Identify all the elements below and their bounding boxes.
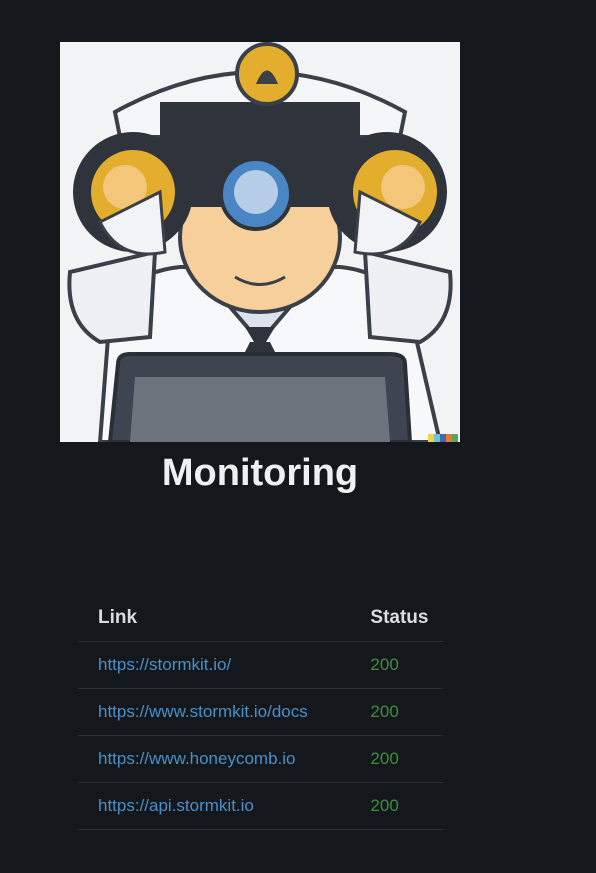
monitored-link[interactable]: https://www.stormkit.io/docs <box>98 702 308 721</box>
page: Monitoring Link Status https://stormkit.… <box>0 0 596 873</box>
table-row: https://www.stormkit.io/docs 200 <box>78 688 443 736</box>
sailor-binoculars-illustration <box>60 42 460 442</box>
monitoring-table: Link Status https://stormkit.io/ 200 htt… <box>78 594 443 830</box>
monitored-link[interactable]: https://www.honeycomb.io <box>98 749 295 768</box>
table-row: https://stormkit.io/ 200 <box>78 641 443 689</box>
link-cell: https://www.honeycomb.io <box>78 735 351 783</box>
link-cell: https://stormkit.io/ <box>78 641 351 689</box>
status-code: 200 <box>350 782 443 830</box>
monitored-link[interactable]: https://api.stormkit.io <box>98 796 254 815</box>
link-cell: https://www.stormkit.io/docs <box>78 688 351 736</box>
status-code: 200 <box>350 735 443 783</box>
table-row: https://www.honeycomb.io 200 <box>78 735 443 783</box>
status-code: 200 <box>350 688 443 736</box>
monitored-link[interactable]: https://stormkit.io/ <box>98 655 231 674</box>
link-cell: https://api.stormkit.io <box>78 782 351 830</box>
table-header-row: Link Status <box>78 594 443 642</box>
status-code: 200 <box>350 641 443 689</box>
column-header-link: Link <box>78 594 351 642</box>
hero-illustration <box>60 42 460 442</box>
page-title: Monitoring <box>161 452 359 494</box>
column-header-status: Status <box>350 594 443 642</box>
table-row: https://api.stormkit.io 200 <box>78 782 443 830</box>
